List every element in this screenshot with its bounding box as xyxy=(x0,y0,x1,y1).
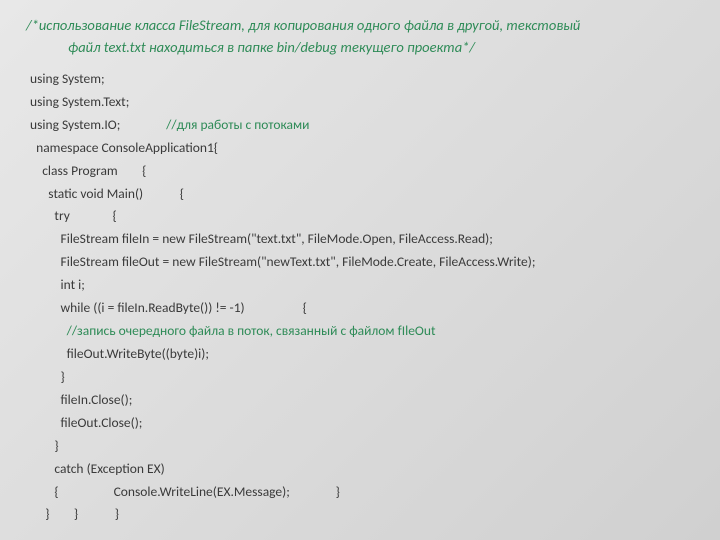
code-line: while ((i = fileIn.ReadByte()) != -1) { xyxy=(30,298,696,319)
code-line: int i; xyxy=(30,275,696,296)
code-line: { Console.WriteLine(EX.Message); } xyxy=(30,482,696,503)
code-line: fileIn.Close(); xyxy=(30,390,696,411)
code-line: } xyxy=(30,367,696,388)
code-line: //запись очередного файла в поток, связа… xyxy=(30,321,696,342)
code-line: using System.IO; //для работы с потоками xyxy=(30,115,696,136)
code-comment: //запись очередного файла в поток, связа… xyxy=(67,322,436,339)
title-line-2: файл text.txt находиться в папке bin/deb… xyxy=(26,36,696,58)
code-line: class Program { xyxy=(30,161,696,182)
code-line: catch (Exception EX) xyxy=(30,459,696,480)
code-line: FileStream fileIn = new FileStream("text… xyxy=(30,229,696,250)
code-line: namespace ConsoleApplication1{ xyxy=(30,138,696,159)
code-line: using System; xyxy=(30,69,696,90)
slide-title: /*использование класса FileStream, для к… xyxy=(24,14,696,59)
code-line: fileOut.Close(); xyxy=(30,413,696,434)
code-line: } xyxy=(30,436,696,457)
title-line-1: /*использование класса FileStream, для к… xyxy=(26,16,580,34)
code-line: } } } xyxy=(30,504,696,525)
code-line: FileStream fileOut = new FileStream("new… xyxy=(30,252,696,273)
code-line: try { xyxy=(30,206,696,227)
code-block: using System; using System.Text; using S… xyxy=(24,69,696,525)
code-line: fileOut.WriteByte((byte)i); xyxy=(30,344,696,365)
code-comment: //для работы с потоками xyxy=(166,116,309,133)
slide-content: /*использование класса FileStream, для к… xyxy=(0,0,720,540)
code-line: static void Main() { xyxy=(30,184,696,205)
code-line: using System.Text; xyxy=(30,92,696,113)
